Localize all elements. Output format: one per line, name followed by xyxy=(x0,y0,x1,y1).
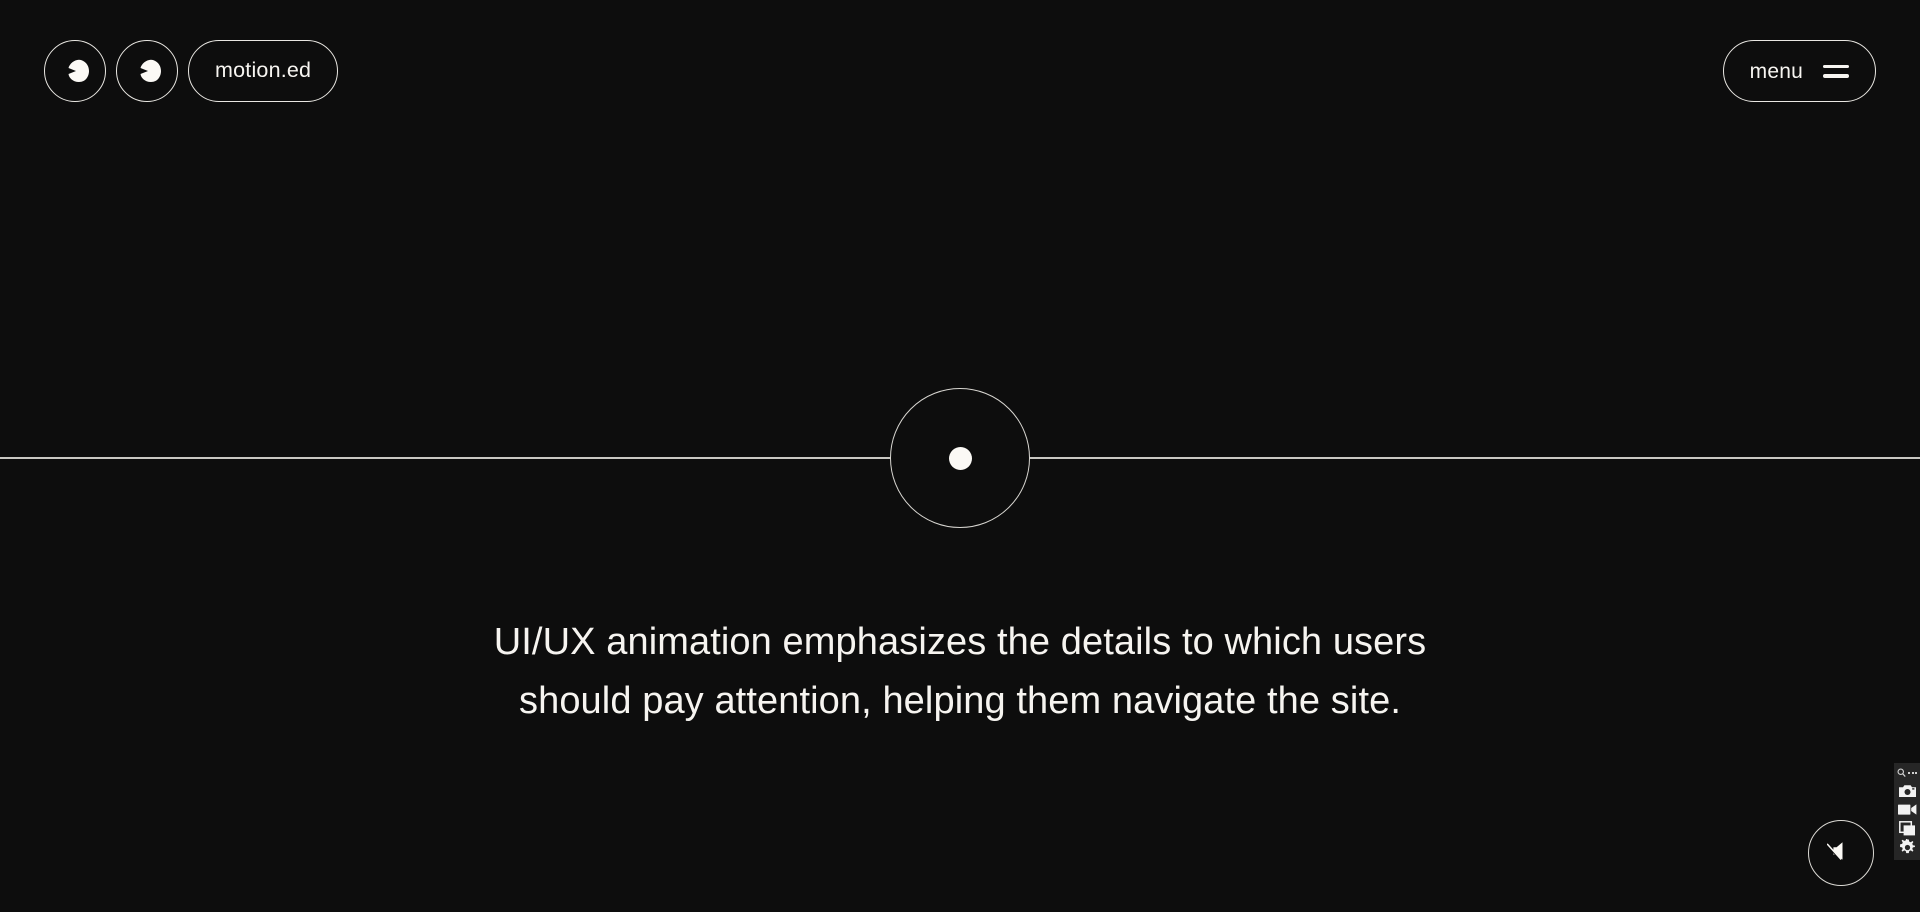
eye-left-icon xyxy=(44,40,106,102)
pin-more-icon-button[interactable] xyxy=(1894,765,1920,781)
more-dots-icon xyxy=(1908,772,1917,774)
timeline-node[interactable] xyxy=(890,388,1030,528)
gear-icon xyxy=(1899,839,1916,856)
camera-icon xyxy=(1898,784,1916,798)
site-header: motion.ed menu xyxy=(0,0,1920,148)
sound-toggle-button[interactable] xyxy=(1808,820,1874,886)
hamburger-icon xyxy=(1823,64,1849,78)
brand-logo[interactable]: motion.ed xyxy=(44,40,339,102)
hero-headline-line-2: should pay attention, helping them navig… xyxy=(518,680,1401,722)
window-capture-icon xyxy=(1898,821,1916,836)
timeline-node-dot-icon xyxy=(948,446,972,470)
menu-button[interactable]: menu xyxy=(1722,40,1876,102)
brand-pill-label: motion.ed xyxy=(215,58,312,83)
video-camera-icon xyxy=(1897,803,1917,816)
brand-pill[interactable]: motion.ed xyxy=(188,40,339,102)
menu-button-label: menu xyxy=(1749,59,1803,83)
eye-right-icon xyxy=(116,40,178,102)
window-capture-icon-button[interactable] xyxy=(1894,819,1920,838)
capture-toolbar xyxy=(1894,763,1920,860)
pin-more-icon xyxy=(1897,764,1906,782)
speaker-muted-icon xyxy=(1825,837,1855,870)
hero-headline: UI/UX animation emphasizes the details t… xyxy=(360,613,1560,731)
video-camera-icon-button[interactable] xyxy=(1894,800,1920,819)
hero-headline-line-1: UI/UX animation emphasizes the details t… xyxy=(493,621,1427,663)
gear-icon-button[interactable] xyxy=(1894,838,1920,857)
camera-icon-button[interactable] xyxy=(1894,781,1920,800)
